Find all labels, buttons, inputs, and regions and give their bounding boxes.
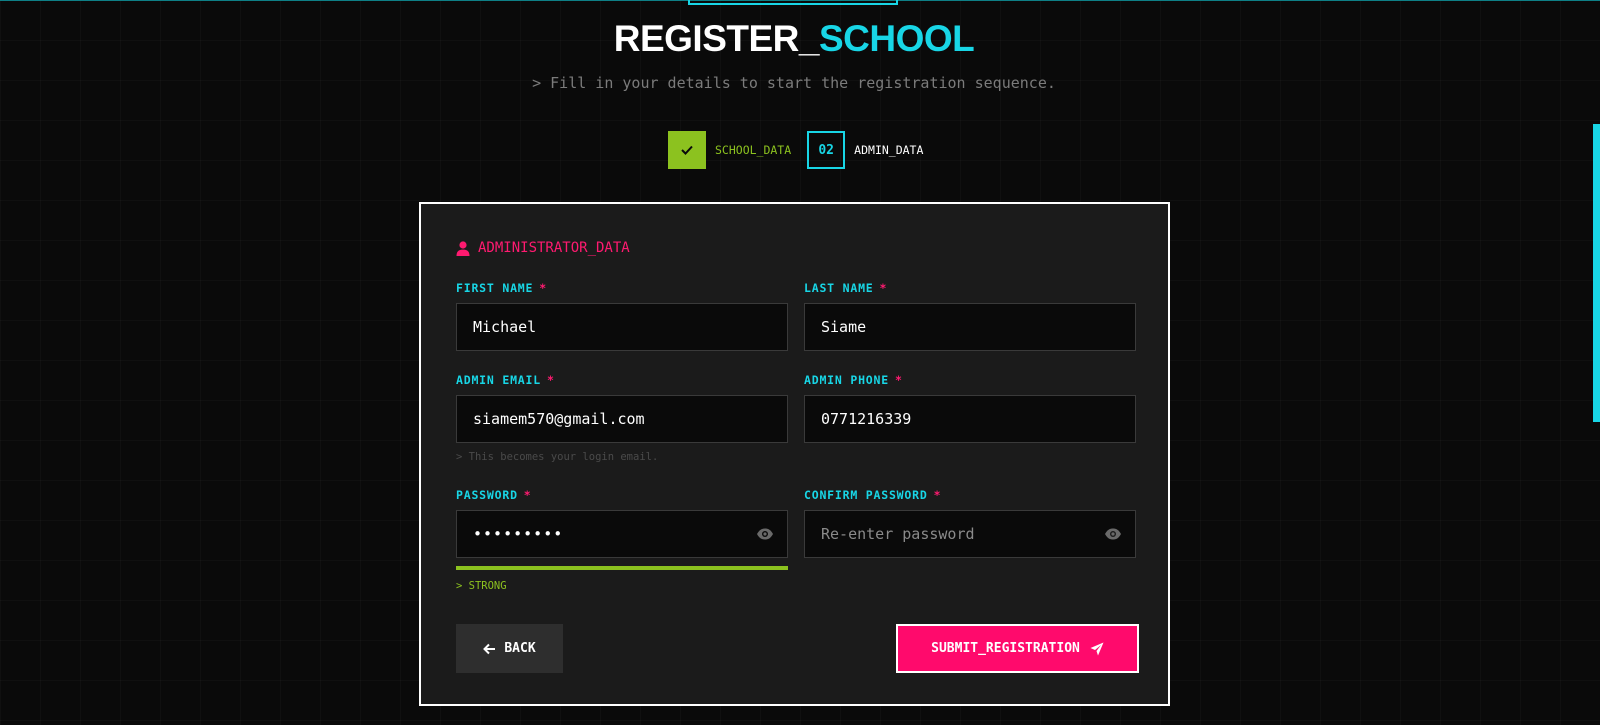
confirm-password-label: CONFIRM PASSWORD * xyxy=(804,488,1136,502)
admin-email-input[interactable] xyxy=(456,395,788,443)
last-name-label: LAST NAME * xyxy=(804,281,1136,295)
admin-phone-input[interactable] xyxy=(804,395,1136,443)
admin-email-field-group: ADMIN EMAIL * > This becomes your login e… xyxy=(456,373,788,463)
admin-phone-label-text: ADMIN PHONE xyxy=(804,373,889,387)
page-title: REGISTER_SCHOOL xyxy=(0,18,1588,60)
password-label: PASSWORD * xyxy=(456,488,788,502)
step-number-badge: 02 xyxy=(807,131,846,169)
confirm-password-label-text: CONFIRM PASSWORD xyxy=(804,488,928,502)
section-header: ADMINISTRATOR_DATA xyxy=(456,240,630,256)
admin-email-hint: > This becomes your login email. xyxy=(456,451,659,463)
step-school-data: SCHOOL_DATA xyxy=(668,131,791,169)
password-label-text: PASSWORD xyxy=(456,488,518,502)
first-name-input[interactable] xyxy=(456,303,788,351)
back-button[interactable]: BACK xyxy=(456,624,563,673)
first-name-label: FIRST NAME * xyxy=(456,281,788,295)
step-label-school-data: SCHOOL_DATA xyxy=(715,143,792,157)
step-label-admin-data: ADMIN_DATA xyxy=(854,143,924,157)
required-mark: * xyxy=(933,488,942,502)
password-input-wrap xyxy=(456,510,788,558)
admin-phone-label: ADMIN PHONE * xyxy=(804,373,1136,387)
password-strength-bar xyxy=(456,566,788,570)
last-name-field-group: LAST NAME * xyxy=(804,281,1136,351)
submit-registration-button[interactable]: SUBMIT_REGISTRATION xyxy=(896,624,1139,673)
eye-icon[interactable] xyxy=(1104,526,1122,542)
last-name-label-text: LAST NAME xyxy=(804,281,874,295)
admin-email-label-text: ADMIN EMAIL xyxy=(456,373,541,387)
registration-stepper: SCHOOL_DATA 02 ADMIN_DATA xyxy=(668,131,939,169)
page-subtitle: > Fill in your details to start the regi… xyxy=(532,74,1056,92)
registration-form-card: ADMINISTRATOR_DATA FIRST NAME * LAST NAME… xyxy=(419,202,1170,706)
page-title-accent: SCHOOL xyxy=(818,18,975,59)
step-done-badge xyxy=(668,131,706,169)
required-mark: * xyxy=(539,281,547,295)
page-title-main: REGISTER_ xyxy=(613,18,820,59)
required-mark: * xyxy=(546,373,555,387)
required-mark: * xyxy=(523,488,532,502)
arrow-left-icon xyxy=(483,643,496,654)
back-button-label: BACK xyxy=(504,641,536,656)
top-tab-decoration xyxy=(688,0,898,5)
submit-button-label: SUBMIT_REGISTRATION xyxy=(931,641,1080,656)
scrollbar-thumb[interactable] xyxy=(1593,124,1600,422)
required-mark: * xyxy=(879,281,888,295)
last-name-input[interactable] xyxy=(804,303,1136,351)
required-mark: * xyxy=(894,373,903,387)
password-input[interactable] xyxy=(456,510,788,558)
section-title: ADMINISTRATOR_DATA xyxy=(478,240,630,256)
user-icon xyxy=(456,240,470,256)
send-icon xyxy=(1090,642,1104,655)
step-admin-data: 02 ADMIN_DATA xyxy=(807,131,923,169)
password-strength-label: > STRONG xyxy=(456,580,507,592)
admin-email-label: ADMIN EMAIL * xyxy=(456,373,788,387)
admin-phone-field-group: ADMIN PHONE * xyxy=(804,373,1136,443)
check-icon xyxy=(681,145,693,155)
confirm-password-field-group: CONFIRM PASSWORD * xyxy=(804,488,1136,558)
first-name-label-text: FIRST NAME xyxy=(456,281,534,295)
confirm-password-input-wrap xyxy=(804,510,1136,558)
confirm-password-input[interactable] xyxy=(804,510,1136,558)
first-name-field-group: FIRST NAME * xyxy=(456,281,788,351)
password-field-group: PASSWORD * > STRONG xyxy=(456,488,788,592)
eye-icon[interactable] xyxy=(756,526,774,542)
